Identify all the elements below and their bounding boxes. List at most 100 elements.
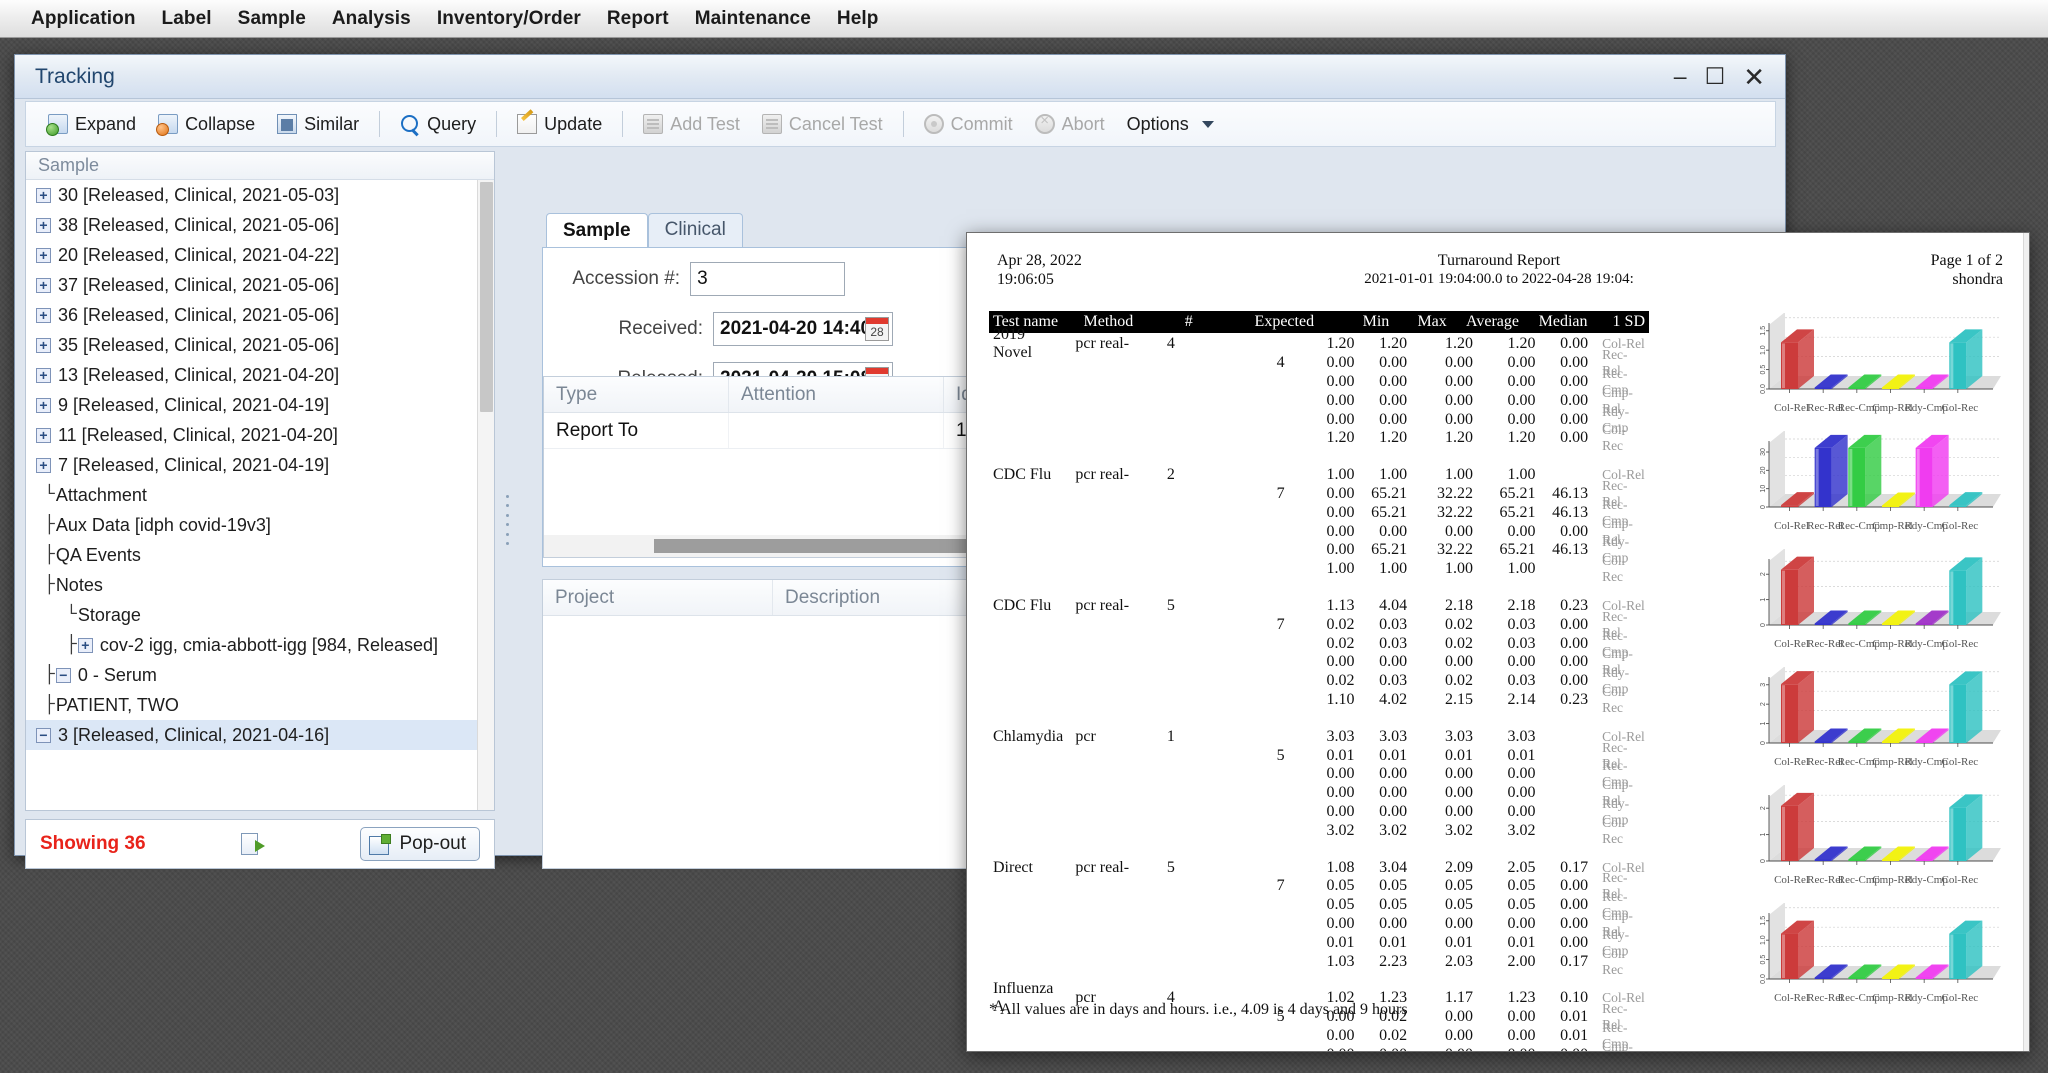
- menu-item-inventory-order[interactable]: Inventory/Order: [424, 5, 594, 33]
- column-header[interactable]: Type: [544, 377, 729, 412]
- report-row: 5 0.01 0.01 0.01 0.01 Rec-Rel: [989, 740, 1649, 771]
- max-value: 0.03: [1379, 672, 1408, 690]
- tree-expand-icon[interactable]: +: [36, 337, 51, 353]
- tree-item[interactable]: ├ Notes: [26, 570, 494, 600]
- menu-item-application[interactable]: Application: [18, 5, 149, 33]
- median-value: 3.02: [1507, 821, 1536, 839]
- tree-expand-icon[interactable]: +: [36, 217, 51, 233]
- close-icon[interactable]: ✕: [1743, 64, 1765, 90]
- tree-item[interactable]: ├ + cov-2 igg, cmia-abbott-igg [984, Relea…: [26, 630, 494, 660]
- abort-button[interactable]: Abort: [1025, 111, 1115, 138]
- similar-button[interactable]: Similar: [267, 111, 369, 138]
- collapse-button[interactable]: Collapse: [148, 111, 265, 138]
- report-column-header: Method: [1083, 313, 1134, 330]
- report-row: 2019 Novel pcr real- 4 1.20 1.20 1.20 1.20 0.00…: [989, 326, 1649, 361]
- report-scroll-gutter[interactable]: [2023, 233, 2029, 1051]
- tree-collapse-icon[interactable]: −: [55, 667, 71, 683]
- query-button[interactable]: Query: [390, 111, 486, 138]
- tree-item[interactable]: +35 [Released, Clinical, 2021-05-06]: [26, 330, 494, 360]
- minimize-icon[interactable]: –: [1674, 65, 1687, 88]
- interval-label: Col-Rec: [1602, 683, 1627, 715]
- export-icon[interactable]: [241, 833, 266, 855]
- tree-item[interactable]: +11 [Released, Clinical, 2021-04-20]: [26, 420, 494, 450]
- menu-item-report[interactable]: Report: [594, 5, 682, 33]
- test-name: Chlamydia: [993, 727, 1064, 745]
- options-button[interactable]: Options: [1117, 111, 1224, 138]
- tree-expand-icon[interactable]: +: [36, 367, 51, 383]
- commit-button[interactable]: Commit: [914, 111, 1023, 138]
- average-value: 0.00: [1444, 522, 1473, 540]
- tree-expand-icon[interactable]: +: [36, 457, 51, 473]
- maximize-icon[interactable]: ☐: [1705, 65, 1726, 88]
- test-name: CDC Flu: [993, 466, 1052, 484]
- tab-clinical[interactable]: Clinical: [647, 213, 743, 247]
- similar-label: Similar: [304, 113, 360, 134]
- sd-value: 46.13: [1552, 541, 1589, 559]
- tree-item[interactable]: +30 [Released, Clinical, 2021-05-03]: [26, 180, 494, 210]
- application-menubar[interactable]: Application Label Sample Analysis Inventory/…: [0, 0, 2048, 38]
- cancel-test-button[interactable]: Cancel Test: [752, 111, 893, 138]
- report-column-header: Max: [1417, 313, 1447, 330]
- tree-item[interactable]: └ Storage: [26, 600, 494, 630]
- report-column-header: Min: [1362, 313, 1390, 330]
- chart-y-tick-label: 10: [1760, 485, 1767, 493]
- sample-tree[interactable]: +30 [Released, Clinical, 2021-05-03] +38 …: [26, 180, 494, 810]
- tree-item[interactable]: +20 [Released, Clinical, 2021-04-22]: [26, 240, 494, 270]
- tree-expand-icon[interactable]: +: [77, 637, 93, 653]
- tab-sample[interactable]: Sample: [546, 213, 648, 247]
- average-value: 32.22: [1436, 541, 1473, 559]
- tree-item[interactable]: +9 [Released, Clinical, 2021-04-19]: [26, 390, 494, 420]
- pop-out-button[interactable]: Pop-out: [360, 827, 480, 861]
- report-row: 0.000.000.000.000.00Cmp-Rel: [989, 1039, 1649, 1051]
- menu-item-maintenance[interactable]: Maintenance: [682, 5, 824, 33]
- tree-expand-icon[interactable]: +: [36, 187, 51, 203]
- tree-item[interactable]: ├ QA Events: [26, 540, 494, 570]
- tree-item[interactable]: +37 [Released, Clinical, 2021-05-06]: [26, 270, 494, 300]
- tree-expand-icon[interactable]: +: [36, 307, 51, 323]
- tree-vertical-scrollbar[interactable]: [477, 180, 494, 810]
- max-value: 0.00: [1379, 354, 1408, 372]
- turnaround-bar-chart: 0 1 2 Col-Rel Rec-Rel Rec-Cmp Cmp-Rel Rdy-Cmp Co…: [1717, 549, 2007, 662]
- column-header[interactable]: Attention: [729, 377, 944, 412]
- sd-value: 0.10: [1560, 989, 1589, 1007]
- median-value: 0.00: [1507, 522, 1536, 540]
- tree-item[interactable]: ├ PATIENT, TWO: [26, 690, 494, 720]
- sd-value: 0.00: [1560, 933, 1589, 951]
- sd-value: 0.00: [1560, 653, 1589, 671]
- chart-bar: [1814, 623, 1832, 625]
- menu-item-label[interactable]: Label: [149, 5, 225, 33]
- tree-item[interactable]: +38 [Released, Clinical, 2021-05-06]: [26, 210, 494, 240]
- tree-expand-icon[interactable]: +: [36, 397, 51, 413]
- accession-input[interactable]: 3: [690, 262, 845, 296]
- tree-branch-glyph: ├: [44, 515, 55, 535]
- column-header[interactable]: Project: [543, 580, 773, 615]
- tree-item[interactable]: +7 [Released, Clinical, 2021-04-19]: [26, 450, 494, 480]
- report-date-range: 2021-01-01 19:04:00.0 to 2022-04-28 19:0…: [1364, 271, 1634, 287]
- calendar-icon[interactable]: 28: [865, 317, 889, 341]
- chart-bar: [1882, 977, 1899, 979]
- tree-column-header: Sample: [26, 152, 494, 180]
- menu-item-help[interactable]: Help: [824, 5, 892, 33]
- abort-label: Abort: [1061, 113, 1105, 134]
- tree-item[interactable]: +36 [Released, Clinical, 2021-05-06]: [26, 300, 494, 330]
- tree-item[interactable]: ├ −0 - Serum: [26, 660, 494, 690]
- report-column-header: Average: [1465, 313, 1519, 330]
- panel-splitter-handle[interactable]: [502, 495, 512, 545]
- tree-scrollbar-thumb[interactable]: [480, 182, 493, 412]
- tree-expand-icon[interactable]: +: [36, 427, 51, 443]
- report-row: 0.000.000.000.000.00Cmp-Rel: [989, 646, 1649, 677]
- tree-item[interactable]: └ Attachment: [26, 480, 494, 510]
- menu-item-sample[interactable]: Sample: [225, 5, 319, 33]
- expand-button[interactable]: Expand: [38, 111, 146, 138]
- tree-expand-icon[interactable]: +: [36, 277, 51, 293]
- update-button[interactable]: Update: [507, 111, 612, 138]
- tree-item[interactable]: −3 [Released, Clinical, 2021-04-16]: [26, 720, 494, 750]
- sd-value: 0.00: [1560, 354, 1589, 372]
- tree-item[interactable]: +13 [Released, Clinical, 2021-04-20]: [26, 360, 494, 390]
- tree-expand-icon[interactable]: +: [36, 247, 51, 263]
- add-test-button[interactable]: Add Test: [633, 111, 750, 138]
- menu-item-analysis[interactable]: Analysis: [319, 5, 424, 33]
- pop-out-label: Pop-out: [399, 833, 466, 854]
- tree-collapse-icon[interactable]: −: [36, 727, 51, 743]
- tree-item[interactable]: ├ Aux Data [idph covid-19v3]: [26, 510, 494, 540]
